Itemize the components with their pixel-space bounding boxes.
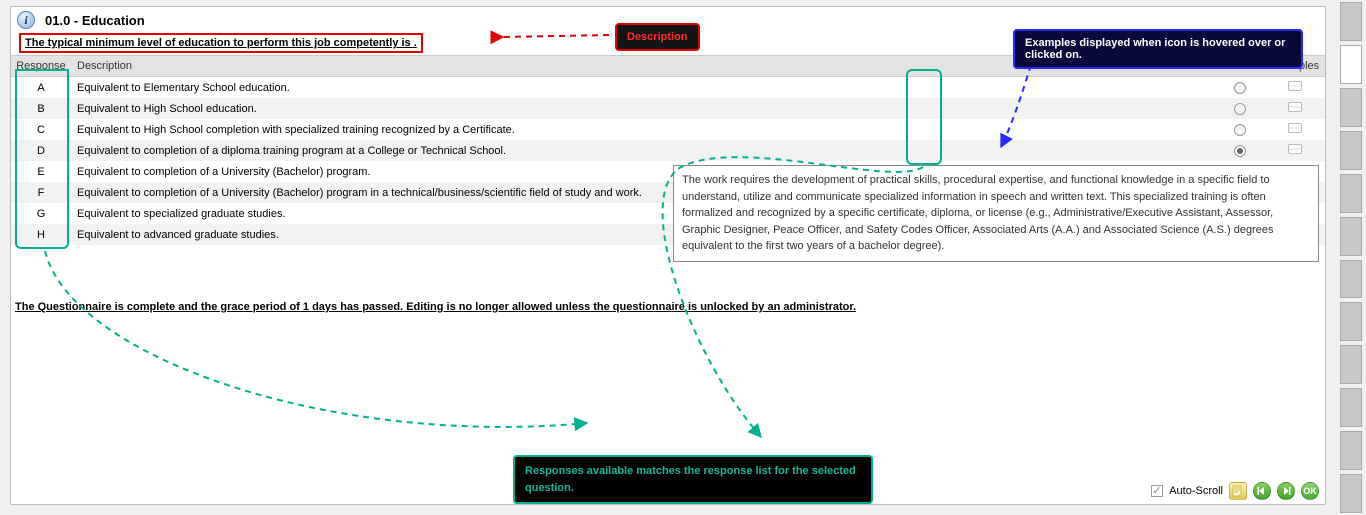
examples-icon[interactable]: [1288, 123, 1302, 133]
select-cell: [1215, 98, 1265, 118]
strip-block[interactable]: [1340, 474, 1362, 513]
strip-block[interactable]: [1340, 388, 1362, 427]
examples-icon[interactable]: [1288, 102, 1302, 112]
response-description: Equivalent to High School completion wit…: [71, 120, 1215, 140]
examples-cell: [1265, 77, 1325, 98]
callout-description: Description: [615, 23, 700, 51]
footer-bar: Auto-Scroll OK: [1151, 482, 1319, 500]
select-radio[interactable]: [1234, 124, 1246, 136]
examples-icon[interactable]: [1288, 81, 1302, 91]
select-cell: [1215, 140, 1265, 160]
main-panel: i 01.0 - Education The typical minimum l…: [10, 6, 1326, 505]
callout-responses-match: Responses available matches the response…: [513, 455, 873, 504]
strip-block[interactable]: [1340, 302, 1362, 341]
next-icon[interactable]: [1277, 482, 1295, 500]
auto-scroll-checkbox[interactable]: [1151, 485, 1163, 497]
select-cell: [1215, 77, 1265, 97]
prev-icon[interactable]: [1253, 482, 1271, 500]
strip-block[interactable]: [1340, 88, 1362, 127]
strip-block[interactable]: [1340, 217, 1362, 256]
response-code: H: [11, 225, 71, 245]
right-nav-strip: [1336, 0, 1366, 515]
strip-block[interactable]: [1340, 131, 1362, 170]
response-code: G: [11, 204, 71, 224]
table-row: CEquivalent to High School completion wi…: [11, 119, 1325, 140]
notes-icon[interactable]: [1229, 482, 1247, 500]
strip-block[interactable]: [1340, 431, 1362, 470]
ok-button[interactable]: OK: [1301, 482, 1319, 500]
page-title: 01.0 - Education: [45, 13, 145, 28]
table-row: DEquivalent to completion of a diploma t…: [11, 140, 1325, 161]
response-description: Equivalent to completion of a diploma tr…: [71, 141, 1215, 161]
response-code: B: [11, 99, 71, 119]
select-radio[interactable]: [1234, 82, 1246, 94]
response-code: E: [11, 162, 71, 182]
response-description: Equivalent to Elementary School educatio…: [71, 78, 1215, 98]
info-icon[interactable]: i: [17, 11, 35, 29]
select-cell: [1215, 119, 1265, 139]
response-code: F: [11, 183, 71, 203]
strip-block[interactable]: [1340, 345, 1362, 384]
select-radio[interactable]: [1234, 145, 1246, 157]
examples-cell: [1265, 98, 1325, 119]
strip-block[interactable]: [1340, 174, 1362, 213]
examples-cell: [1265, 140, 1325, 161]
response-description: Equivalent to High School education.: [71, 99, 1215, 119]
question-text: The typical minimum level of education t…: [19, 33, 423, 53]
auto-scroll-label: Auto-Scroll: [1169, 485, 1223, 497]
col-header-response: Response: [11, 56, 71, 76]
response-code: D: [11, 141, 71, 161]
callout-examples-hover: Examples displayed when icon is hovered …: [1013, 29, 1303, 69]
examples-icon[interactable]: [1288, 144, 1302, 154]
strip-block[interactable]: [1340, 45, 1362, 84]
table-row: BEquivalent to High School education.: [11, 98, 1325, 119]
examples-cell: [1265, 119, 1325, 140]
strip-block[interactable]: [1340, 260, 1362, 299]
lock-message: The Questionnaire is complete and the gr…: [15, 301, 1321, 313]
response-code: A: [11, 78, 71, 98]
select-radio[interactable]: [1234, 103, 1246, 115]
example-tooltip: The work requires the development of pra…: [673, 165, 1319, 262]
table-row: AEquivalent to Elementary School educati…: [11, 77, 1325, 98]
response-code: C: [11, 120, 71, 140]
strip-block[interactable]: [1340, 2, 1362, 41]
